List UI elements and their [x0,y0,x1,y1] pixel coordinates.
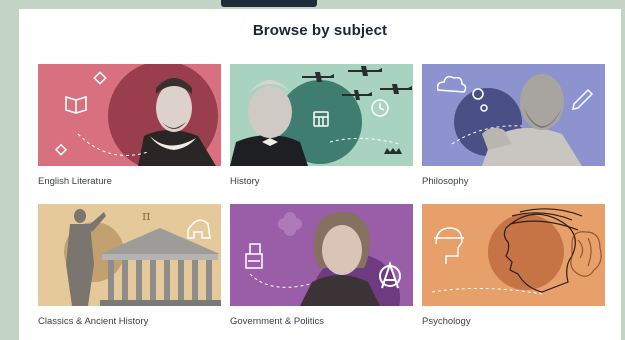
subject-thumbnail[interactable] [422,64,605,166]
subject-card-government-politics[interactable]: Government & Politics [230,204,413,327]
subject-label[interactable]: History [230,176,260,187]
subject-card-philosophy[interactable]: Philosophy [422,64,605,187]
classics-illustration: π [38,204,221,306]
english-literature-illustration [38,64,221,166]
subject-label[interactable]: Classics & Ancient History [38,316,148,327]
crown-icon [384,148,402,154]
subject-card-english-literature[interactable]: English Literature [38,64,221,187]
subject-card-classics-ancient-history[interactable]: π Classics & Ancient History [38,204,221,327]
pi-icon: π [142,209,151,224]
philosophy-illustration [422,64,605,166]
subject-label[interactable]: Philosophy [422,176,468,187]
subject-label[interactable]: Psychology [422,316,471,327]
subject-label[interactable]: Government & Politics [230,316,324,327]
page-title: Browse by subject [252,22,388,39]
subject-thumbnail[interactable] [38,64,221,166]
subject-label[interactable]: English Literature [38,176,112,187]
subject-thumbnail[interactable] [230,204,413,306]
psychology-illustration [422,204,605,306]
subject-thumbnail[interactable]: π [38,204,221,306]
government-illustration [230,204,413,306]
history-illustration [230,64,413,166]
subject-thumbnail[interactable] [422,204,605,306]
browse-panel: Browse by subject English Literature His… [19,9,621,340]
subject-card-history[interactable]: History [230,64,413,187]
subject-thumbnail[interactable] [230,64,413,166]
subject-card-psychology[interactable]: Psychology [422,204,605,327]
top-bar [221,0,317,7]
